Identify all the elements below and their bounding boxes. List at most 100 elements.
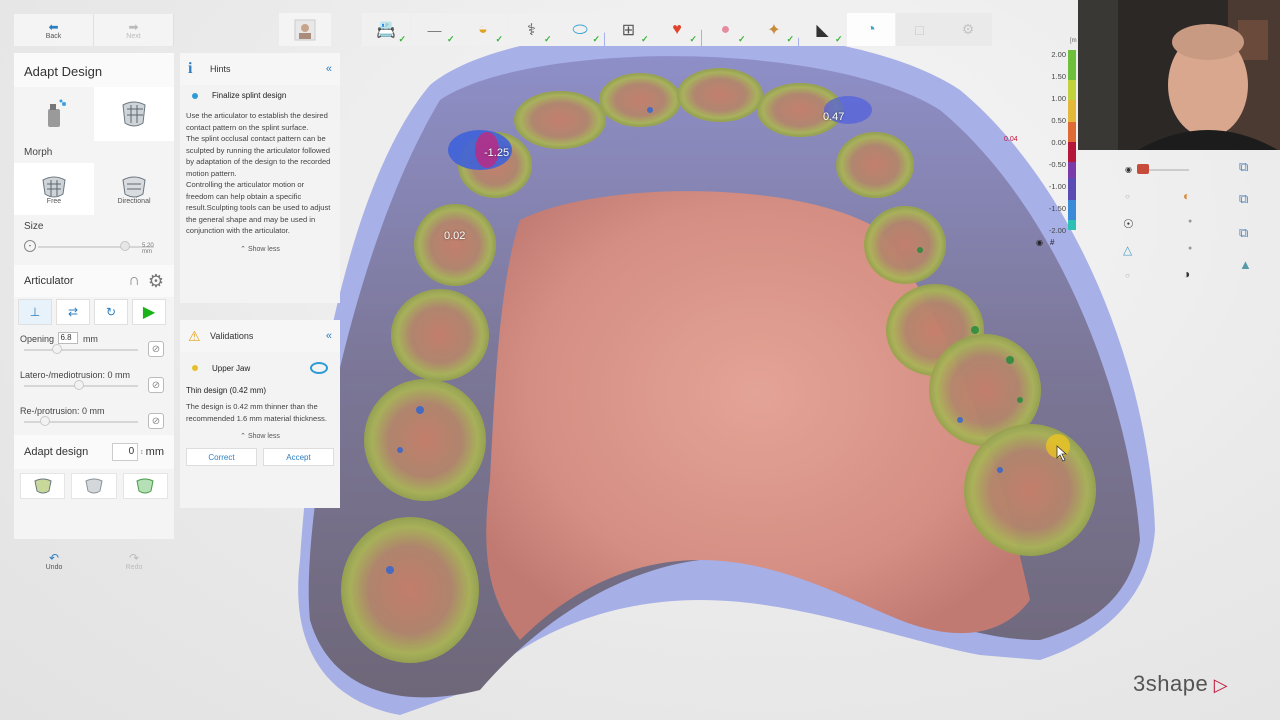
collapse-icon[interactable]: « [326, 63, 332, 75]
collapse-icon[interactable]: « [326, 330, 332, 342]
order-form-icon: 📇 [376, 21, 396, 39]
size-slider[interactable]: - 5.20 mm [24, 237, 164, 257]
radio-selected-icon[interactable]: ◉ [1125, 165, 1132, 174]
next-label: Next [126, 32, 141, 40]
validations-title: Validations [210, 331, 254, 341]
workflow-toolbar: 📇 ✓ — ✓ ◒ ✓ ⚕ ✓ ⬭ ✓ ⊞ ✓ ♥ ✓ ● ✓ ✦ ✓ ◣ ✓ ◔ □ ⚙ [362, 13, 994, 46]
stepper-icon[interactable]: ↕ [140, 449, 144, 456]
scale-label: -1.00 [1048, 182, 1066, 191]
scale-label: 1.50 [1051, 72, 1066, 81]
size-minus-icon: - [24, 240, 36, 252]
step-connector-button[interactable]: ◣ ✓ [798, 13, 847, 46]
wizard-nav: ⬅ Back ➡ Next [14, 14, 174, 46]
step-insertion-button[interactable]: ⚕ ✓ [507, 13, 556, 46]
smooth-icon: ● [720, 20, 731, 38]
adapt-apply-button[interactable] [122, 473, 168, 499]
next-button[interactable]: ➡ Next [94, 14, 174, 46]
validation-item: Upper Jaw [212, 363, 251, 373]
step-scan-button[interactable]: — ✓ [410, 13, 459, 46]
validations-show-less-link[interactable]: ⌃ Show less [180, 426, 340, 440]
step-smooth-button[interactable]: ● ✓ [701, 13, 750, 46]
latero-reset-button[interactable]: ⊘ [148, 377, 164, 393]
dot-icon[interactable]: ● [1188, 245, 1192, 252]
slider-thumb[interactable] [1137, 164, 1149, 174]
chevron-up-icon: ⌃ [240, 433, 248, 440]
color-wheel-icon[interactable]: ◐ [1183, 189, 1190, 203]
hints-show-less-link[interactable]: ⌃ Show less [180, 239, 340, 253]
no-icon: ⊘ [151, 379, 161, 391]
step-blockout-button[interactable]: ⊞ ✓ [604, 13, 653, 46]
step-export-button[interactable]: ⚙ [944, 13, 992, 46]
morph-directional-button[interactable]: Directional [94, 163, 174, 215]
swap-icon: ⇄ [67, 305, 79, 319]
articulator-icon[interactable]: ∩ [128, 272, 140, 290]
marker-icon[interactable]: △ [1123, 243, 1132, 257]
history-bar: ↶ Undo ↷ Redo [14, 544, 174, 578]
panel-title: Adapt Design [14, 53, 174, 87]
step-finish-button[interactable]: □ [895, 13, 944, 46]
scale-label: -2.00 [1048, 226, 1066, 235]
layers-icon[interactable]: ⧉ [1239, 191, 1248, 207]
morph-label: Morph [24, 147, 53, 158]
step-outline-button[interactable]: ⬭ ✓ [556, 13, 604, 46]
eye-icon[interactable] [310, 362, 328, 374]
step-order-form-button[interactable]: 📇 ✓ [362, 13, 410, 46]
opening-input[interactable]: 6.8 [58, 331, 79, 344]
step-thickness-button[interactable]: ♥ ✓ [653, 13, 701, 46]
opening-reset-button[interactable]: ⊘ [148, 341, 164, 357]
step-occlusion-button[interactable]: ◒ ✓ [459, 13, 507, 46]
opening-slider[interactable]: Opening 6.8 mm ⊘ [14, 327, 174, 363]
contact-value-label: -1.25 [484, 147, 510, 159]
play-icon: ▶ [142, 304, 156, 321]
model-icon[interactable]: ▲ [1239, 257, 1252, 272]
palette-icon[interactable]: ◑ [1183, 267, 1190, 281]
adapt-design-input[interactable]: 0 [112, 443, 139, 461]
left-panel: Adapt Design Morph Free Directional Size… [14, 53, 174, 539]
tooth-grid-icon [122, 101, 146, 127]
radio-icon[interactable]: ○ [1125, 271, 1130, 280]
latero-slider[interactable]: Latero-/mediotrusion: 0 mm ⊘ [14, 363, 174, 399]
scale-marker-value: 0.04 [1004, 136, 1018, 143]
articulator-jaw-button[interactable]: ⊥ [18, 299, 52, 325]
back-button[interactable]: ⬅ Back [14, 14, 94, 46]
radio-dot-icon[interactable]: ◉ [1036, 238, 1043, 247]
retro-slider[interactable]: Re-/protrusion: 0 mm ⊘ [14, 399, 174, 435]
scale-label: 2.00 [1051, 50, 1066, 59]
tooth-search-icon: ⚕ [527, 21, 536, 39]
undo-button[interactable]: ↶ Undo [14, 544, 94, 578]
sculpt-icon: ✦ [767, 21, 781, 39]
articulator-label: Articulator [24, 275, 74, 287]
scan-pen-icon: — [427, 21, 442, 38]
gear-icon[interactable]: ⚙ [148, 271, 164, 292]
contact-value-label: 0.02 [444, 230, 466, 242]
scale-label: -1.50 [1048, 204, 1066, 213]
tooth-directional-icon [122, 176, 146, 197]
dot-icon[interactable]: ● [1188, 218, 1192, 225]
step-adapt-design-button[interactable]: ◔ [847, 13, 895, 46]
redo-button[interactable]: ↷ Redo [94, 544, 174, 578]
user-avatar-button[interactable] [279, 13, 331, 46]
scan-icon[interactable]: ☉ [1123, 217, 1134, 231]
finish-icon: □ [915, 21, 924, 38]
layers-icon[interactable]: ⧉ [1239, 159, 1248, 175]
adapt-tooth-tool-button[interactable] [94, 87, 174, 141]
morph-free-button[interactable]: Free [14, 163, 94, 215]
latero-label: Latero-/mediotrusion: 0 mm [20, 370, 131, 380]
articulator-play-button[interactable]: ▶ [132, 299, 166, 325]
step-sculpt-button[interactable]: ✦ ✓ [750, 13, 798, 46]
blockout-icon: ⊞ [621, 21, 636, 39]
jaw-icon: ⊥ [29, 305, 41, 319]
brand-triangle-icon: ▷ [1208, 675, 1229, 695]
articulator-reset-button[interactable]: ↻ [94, 299, 128, 325]
webcam-overlay [1078, 0, 1280, 150]
accept-button[interactable]: Accept [263, 448, 334, 466]
adapt-tooth-button[interactable] [20, 473, 66, 499]
adapt-tooth-gray-button[interactable] [71, 473, 117, 499]
correct-button[interactable]: Correct [186, 448, 257, 466]
scale-hash[interactable]: # [1050, 238, 1054, 247]
retro-reset-button[interactable]: ⊘ [148, 413, 164, 429]
radio-icon[interactable]: ○ [1125, 192, 1130, 201]
articulator-swap-button[interactable]: ⇄ [56, 299, 90, 325]
spray-tool-button[interactable] [14, 87, 94, 141]
layers-icon[interactable]: ⧉ [1239, 225, 1248, 241]
